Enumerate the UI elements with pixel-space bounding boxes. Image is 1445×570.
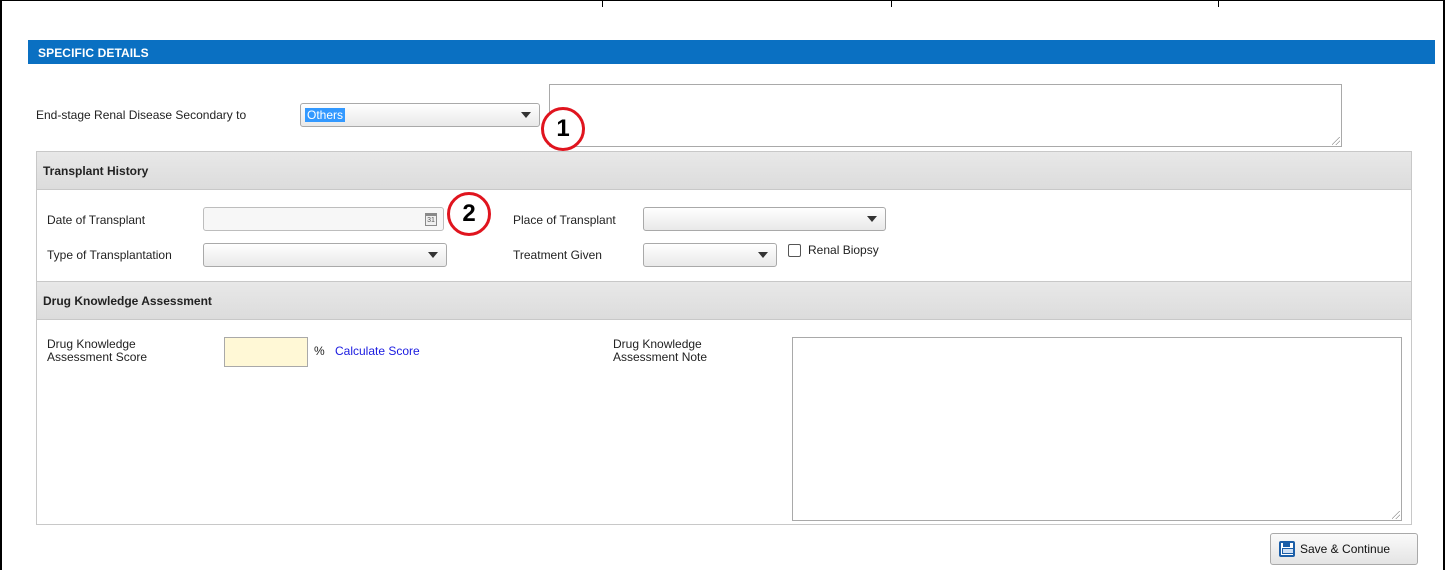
resize-grip-icon[interactable] [1332, 137, 1340, 145]
frame-tick [891, 1, 892, 7]
assessment-note-textarea[interactable] [792, 337, 1402, 521]
treatment-given-select[interactable] [643, 243, 777, 267]
date-of-transplant-label: Date of Transplant [47, 213, 146, 227]
renal-biopsy-checkbox[interactable] [788, 244, 801, 257]
save-icon [1279, 541, 1295, 557]
percent-sign: % [314, 344, 325, 358]
note-label-line-2: Assessment Note [613, 350, 708, 364]
frame-tick [602, 1, 603, 7]
save-continue-label: Save & Continue [1300, 542, 1391, 556]
resize-grip-icon[interactable] [1392, 511, 1400, 519]
callout-2: 2 [447, 192, 491, 236]
chevron-down-icon [428, 252, 438, 258]
save-continue-button[interactable]: Save & Continue [1270, 533, 1418, 565]
frame-tick [1218, 1, 1219, 7]
type-of-transplantation-label: Type of Transplantation [47, 248, 172, 262]
chevron-down-icon [867, 216, 877, 222]
treatment-given-label: Treatment Given [513, 248, 602, 262]
date-of-transplant-input[interactable]: 31 [203, 207, 444, 231]
type-of-transplantation-select[interactable] [203, 243, 447, 267]
esrd-others-textarea[interactable] [549, 84, 1342, 147]
chevron-down-icon [758, 252, 768, 258]
esrd-selected-value: Others [305, 108, 346, 122]
drug-knowledge-header: Drug Knowledge Assessment [37, 282, 1411, 320]
transplant-history-header: Transplant History [37, 152, 1411, 190]
score-label-line-2: Assessment Score [47, 350, 148, 364]
renal-biopsy-label: Renal Biopsy [808, 243, 879, 257]
assessment-score-input[interactable] [224, 337, 308, 367]
chevron-down-icon [521, 112, 531, 118]
section-title: SPECIFIC DETAILS [28, 40, 1435, 64]
place-of-transplant-label: Place of Transplant [513, 213, 616, 227]
esrd-select[interactable]: Others [300, 103, 540, 127]
callout-1: 1 [541, 107, 585, 151]
esrd-label: End-stage Renal Disease Secondary to [36, 108, 247, 122]
calendar-icon[interactable]: 31 [425, 213, 437, 226]
calculate-score-link[interactable]: Calculate Score [335, 344, 420, 358]
place-of-transplant-select[interactable] [643, 207, 886, 231]
